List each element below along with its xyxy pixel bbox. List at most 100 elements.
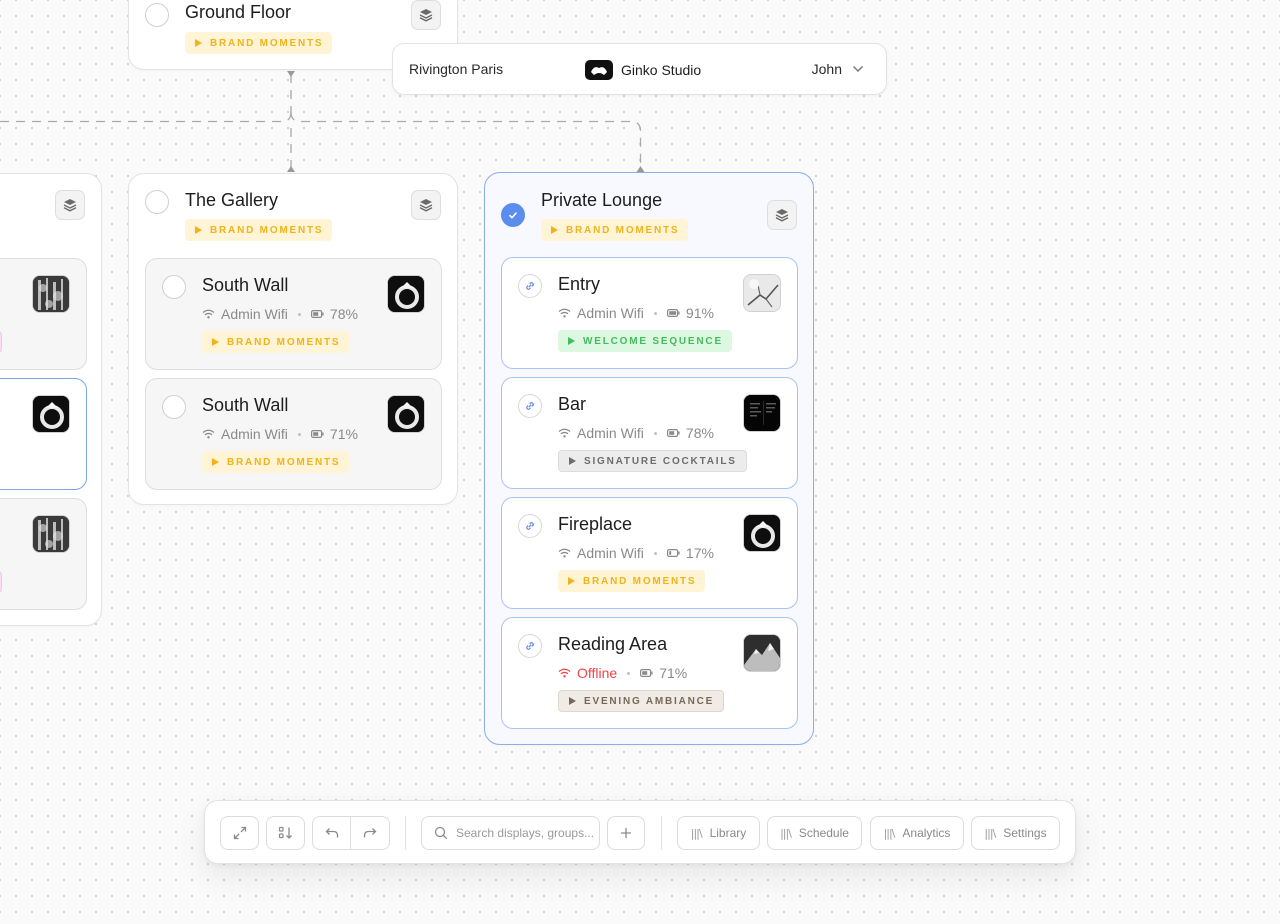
nav-settings[interactable]: |||\ Settings [971, 816, 1060, 850]
chevron-down-icon [852, 65, 864, 73]
group-card-partial[interactable] [0, 173, 102, 626]
battery-icon [310, 430, 324, 438]
fit-view-button[interactable] [220, 816, 259, 850]
forest-thumbnail [32, 515, 70, 553]
ring-thumbnail [387, 395, 425, 433]
display-card[interactable] [0, 378, 87, 490]
user-menu[interactable]: John [812, 61, 864, 77]
wifi-icon [558, 428, 571, 438]
group-private-lounge[interactable]: Private Lounge BRAND MOMENTS Entry Admin… [484, 172, 814, 745]
battery-level: 17% [685, 545, 714, 561]
group-select-radio[interactable] [145, 190, 169, 214]
ginko-logo-icon [585, 60, 613, 80]
layers-button[interactable] [411, 0, 441, 30]
separator-dot [297, 432, 301, 436]
display-card-entry[interactable]: Entry Admin Wifi 91% WELCOME SEQUENCE [501, 257, 798, 369]
ring-thumbnail [387, 275, 425, 313]
pink-tag [0, 571, 2, 593]
link-button[interactable] [518, 394, 542, 418]
add-button[interactable] [607, 816, 645, 850]
redo-button[interactable] [351, 817, 389, 849]
settings-icon: |||\ [984, 826, 996, 840]
group-title: The Gallery [185, 190, 279, 210]
display-card-fireplace[interactable]: Fireplace Admin Wifi 17% BRAND MOMENTS [501, 497, 798, 609]
battery-level: 71% [659, 665, 688, 681]
link-button[interactable] [518, 274, 542, 298]
group-title: Private Lounge [541, 190, 663, 210]
display-tag: WELCOME SEQUENCE [558, 330, 732, 352]
tag-label: BRAND MOMENTS [227, 456, 341, 468]
tag-label: SIGNATURE COCKTAILS [584, 455, 737, 467]
sort-button[interactable] [266, 816, 305, 850]
display-card-reading-area[interactable]: Reading Area Offline 71% EVENING AMBIANC… [501, 617, 798, 729]
nav-label: Schedule [798, 826, 849, 840]
network-label: Admin Wifi [577, 305, 644, 321]
display-name: South Wall [202, 395, 289, 415]
battery-level: 78% [685, 425, 714, 441]
play-icon [551, 226, 558, 234]
search-input[interactable]: Search displays, groups... [421, 816, 600, 850]
tag-label: BRAND MOMENTS [227, 336, 341, 348]
wifi-icon [202, 429, 215, 439]
analytics-icon: |||\ [883, 826, 896, 840]
wifi-offline-icon [558, 668, 571, 678]
network-label: Admin Wifi [577, 545, 644, 561]
layers-button[interactable] [767, 200, 797, 230]
display-tag: EVENING AMBIANCE [558, 690, 725, 712]
link-button[interactable] [518, 634, 542, 658]
network-label: Offline [577, 665, 618, 681]
network-label: Admin Wifi [577, 425, 644, 441]
tag-label: BRAND MOMENTS [210, 37, 324, 49]
display-name: Reading Area [558, 634, 668, 654]
display-card-bar[interactable]: Bar Admin Wifi 78% SIGNATURE COCKTAILS [501, 377, 798, 489]
sort-icon [278, 826, 292, 839]
battery-icon [310, 310, 324, 318]
link-icon [526, 282, 534, 290]
play-icon [568, 577, 575, 585]
display-name: Bar [558, 394, 587, 414]
battery-icon [666, 429, 680, 437]
checkmark-icon [508, 212, 518, 219]
layers-button[interactable] [55, 190, 85, 220]
group-the-gallery[interactable]: The Gallery BRAND MOMENTS South Wall Adm… [128, 173, 458, 505]
layers-icon [419, 199, 433, 212]
network-label: Admin Wifi [221, 426, 288, 442]
display-select-radio[interactable] [162, 275, 186, 299]
tag-label: BRAND MOMENTS [583, 575, 697, 587]
group-select-radio[interactable] [145, 3, 169, 27]
display-meta: Admin Wifi 71% [202, 425, 358, 443]
toolbar-divider [661, 816, 662, 850]
battery-level: 91% [685, 305, 714, 321]
separator-dot [653, 311, 657, 315]
display-select-radio[interactable] [162, 395, 186, 419]
undo-icon [325, 828, 338, 838]
tag-label: WELCOME SEQUENCE [583, 335, 723, 347]
group-tag: BRAND MOMENTS [541, 219, 689, 241]
wifi-icon [558, 548, 571, 558]
display-card[interactable]: South Wall Admin Wifi 78% BRAND MOMENTS [145, 258, 442, 370]
group-select-radio[interactable] [501, 203, 525, 227]
battery-level: 78% [329, 306, 358, 322]
venue-name[interactable]: Rivington Paris [409, 61, 503, 77]
nav-schedule[interactable]: |||\ Schedule [767, 816, 862, 850]
play-icon [212, 338, 219, 346]
tag-label: BRAND MOMENTS [210, 224, 324, 236]
display-card[interactable]: South Wall Admin Wifi 71% BRAND MOMENTS [145, 378, 442, 490]
layers-button[interactable] [411, 190, 441, 220]
display-name: Fireplace [558, 514, 633, 534]
nav-library[interactable]: |||\ Library [677, 816, 760, 850]
nav-label: Analytics [902, 826, 951, 840]
tag-label: EVENING AMBIANCE [584, 695, 715, 707]
display-card[interactable] [0, 258, 87, 370]
group-tag: BRAND MOMENTS [185, 219, 333, 241]
link-button[interactable] [518, 514, 542, 538]
user-name: John [811, 61, 842, 77]
group-title: Ground Floor [185, 2, 292, 22]
battery-icon [640, 669, 653, 677]
group-tag: BRAND MOMENTS [185, 32, 333, 54]
library-icon: |||\ [690, 826, 703, 840]
undo-button[interactable] [313, 817, 352, 849]
nav-analytics[interactable]: |||\ Analytics [870, 816, 964, 850]
search-placeholder: Search displays, groups... [456, 826, 595, 840]
display-card[interactable] [0, 498, 87, 610]
